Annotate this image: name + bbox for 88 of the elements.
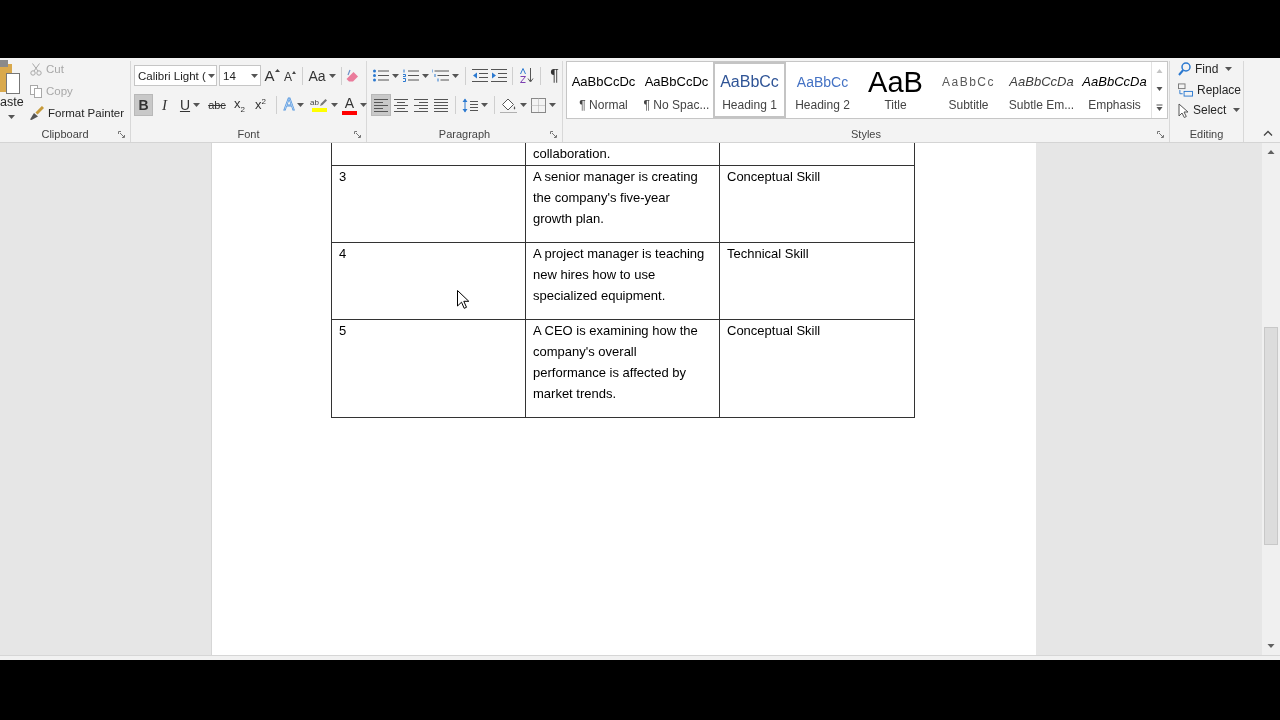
strikethrough-button[interactable]: abc <box>206 94 228 116</box>
caret-icon <box>520 103 527 107</box>
pointer-icon <box>1178 102 1189 118</box>
italic-button[interactable]: I <box>155 94 174 116</box>
eraser-icon <box>346 69 360 82</box>
caret-icon <box>207 73 215 78</box>
style-item[interactable]: AaBbCc Heading 1 <box>713 62 786 118</box>
grow-font-button[interactable]: A <box>264 64 280 87</box>
table-cell: A project manager is teaching new hires how to use specialized equipment. <box>525 242 720 320</box>
caret-icon <box>328 73 336 78</box>
group-label: Editing <box>1189 128 1224 140</box>
scrollbar-thumb[interactable] <box>1264 327 1278 545</box>
search-icon <box>1178 62 1191 77</box>
mouse-pointer-icon <box>457 290 469 309</box>
chevron-up-icon[interactable] <box>1263 130 1273 136</box>
table-cell: 5 <box>331 319 526 418</box>
caret-icon <box>421 73 429 78</box>
table-cell: Technical Skill <box>719 242 915 320</box>
table-cell: A CEO is examining how the company's overall performance is affected by market trends. <box>525 319 720 418</box>
dialog-launcher-icon[interactable] <box>550 130 557 138</box>
style-item[interactable]: AaBbCcDc ¶ No Spac... <box>640 62 713 118</box>
numbered-list-icon <box>402 69 419 82</box>
table-cell: Conceptual Skill <box>719 165 915 243</box>
group-label: Styles <box>851 128 881 140</box>
table-cell: A senior manager is creating the company's five-year growth plan. <box>525 165 720 243</box>
superscript-button[interactable]: x$^{2}$ <box>251 94 270 116</box>
paste-button[interactable]: aste <box>0 58 25 126</box>
change-case-button[interactable]: Aa <box>307 64 337 87</box>
bullet-list-icon <box>372 69 389 82</box>
caret-up-icon <box>292 70 296 74</box>
subscript-button[interactable]: x$_{2}$ <box>230 94 249 116</box>
caret-icon <box>1233 108 1241 113</box>
dialog-launcher-icon[interactable] <box>354 130 361 138</box>
decrease-indent-icon <box>471 69 488 82</box>
show-formatting-marks-button[interactable]: ¶ <box>545 64 564 87</box>
line-spacing-icon <box>461 97 478 113</box>
bold-button[interactable]: B <box>134 94 153 116</box>
caret-icon <box>391 73 399 78</box>
marker-icon <box>318 98 328 107</box>
caret-up-icon <box>274 68 280 72</box>
format-painter-button[interactable]: Format Painter <box>28 102 127 124</box>
highlight-button[interactable]: ab <box>309 94 339 116</box>
paintbrush-icon <box>30 106 44 120</box>
table-cell: 3 <box>331 165 526 243</box>
group-label: Paragraph <box>438 128 491 140</box>
font-color-button[interactable]: A <box>341 94 368 116</box>
table-cell: Conceptual Skill <box>719 319 915 418</box>
caret-icon <box>452 73 459 78</box>
style-item[interactable]: AaBbCcDa Subtle Em... <box>1005 62 1078 118</box>
sort-icon <box>519 68 534 83</box>
copy-icon <box>30 84 42 98</box>
shrink-font-button[interactable]: A <box>282 64 298 87</box>
scissors-icon <box>30 62 42 76</box>
group-label: Font <box>237 128 260 140</box>
style-item[interactable]: AaBbCc Heading 2 <box>786 62 859 118</box>
dialog-launcher-icon[interactable] <box>118 130 125 138</box>
dialog-launcher-icon[interactable] <box>1157 130 1164 138</box>
paint-bucket-icon <box>500 97 517 113</box>
find-button[interactable]: Find <box>1176 59 1243 80</box>
grid-icon <box>531 97 546 113</box>
caret-icon <box>251 73 258 78</box>
font-name-field[interactable]: Calibri Light ( <box>134 65 217 86</box>
caret-icon <box>549 103 556 107</box>
text-lines-icon <box>434 98 448 112</box>
caret-icon <box>360 103 367 107</box>
caret-icon <box>480 103 488 107</box>
style-item[interactable]: AaB Title <box>859 62 932 118</box>
replace-icon <box>1178 82 1193 97</box>
caret-icon <box>330 103 338 107</box>
style-item[interactable]: AaBbCcDa Emphasis <box>1078 62 1151 118</box>
text-lines-icon <box>374 98 388 112</box>
caret-icon <box>193 103 201 107</box>
align-left-button[interactable] <box>371 94 391 116</box>
group-label: Clipboard <box>41 128 89 140</box>
underline-button[interactable]: U <box>176 94 204 116</box>
increase-indent-icon <box>490 69 507 82</box>
select-button[interactable]: Select <box>1176 100 1243 121</box>
text-lines-icon <box>414 98 428 112</box>
caret-icon <box>297 103 305 107</box>
caret-icon <box>8 115 15 119</box>
caret-icon <box>1225 67 1233 72</box>
table-cell: collaboration. <box>525 143 720 166</box>
text-lines-icon <box>394 98 408 112</box>
style-item[interactable]: AaBbCc Subtitle <box>932 62 1005 118</box>
style-item[interactable]: AaBbCcDc ¶ Normal <box>567 62 640 118</box>
font-size-field[interactable]: 14 <box>219 65 261 86</box>
replace-button[interactable]: Replace <box>1176 79 1243 100</box>
multilevel-list-icon <box>432 69 449 82</box>
